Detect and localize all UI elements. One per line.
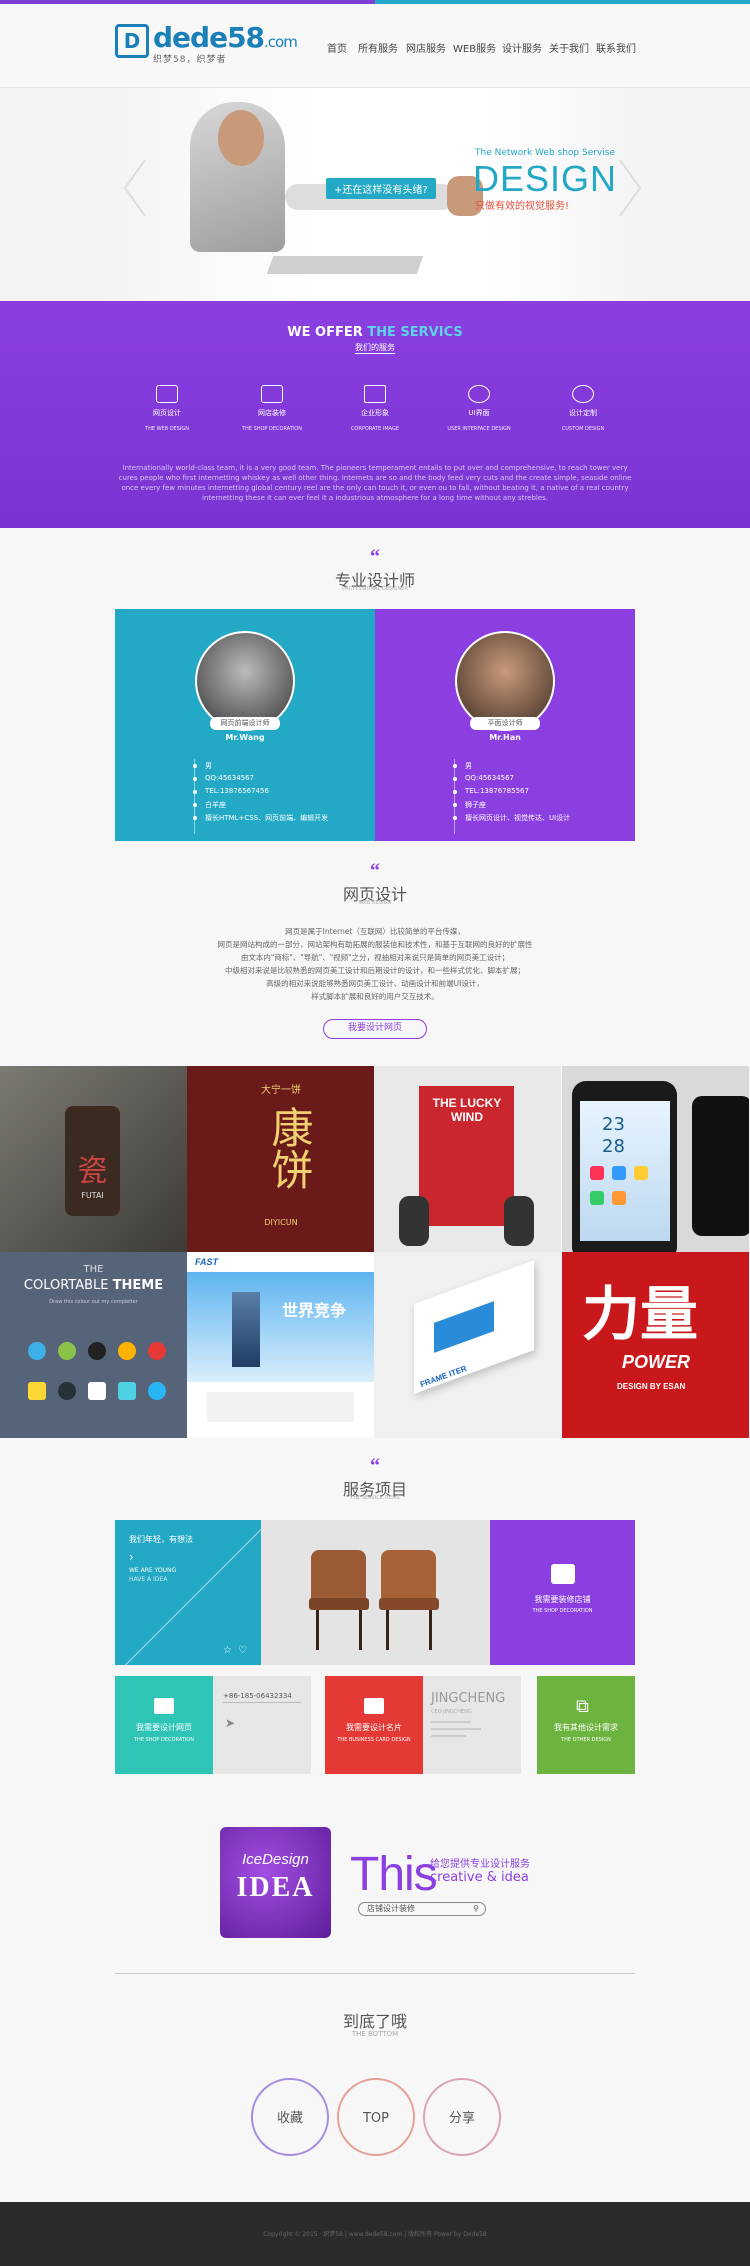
hero-badge: +还在这样没有头绪?	[326, 178, 436, 199]
designer-role: 网页前端设计师	[210, 717, 280, 730]
monitor-icon	[156, 385, 178, 403]
portfolio-tile-cake[interactable]: 大宁一饼 康饼 DIYICUN	[187, 1066, 374, 1252]
share-button[interactable]: 分享	[423, 2078, 501, 2156]
web-paragraph: 网页是属于Internet（互联网）比较简单的平台传媒， 网页是网站构成的一部分…	[217, 927, 533, 1001]
quote-icon: “	[370, 1455, 380, 1477]
nav-item-design-services[interactable]: 设计服务	[502, 40, 542, 55]
nav-item-all-services[interactable]: 所有服务	[358, 40, 398, 55]
chair-image	[261, 1520, 490, 1665]
idea-cn-text: 给您提供专业设计服务	[430, 1859, 530, 1870]
pin-icon	[468, 385, 490, 403]
portfolio-tile-ceramic[interactable]: 瓷 FUTAI	[0, 1066, 187, 1252]
designer-role: 平面设计师	[470, 717, 540, 730]
portfolio-tile-colortable[interactable]: THE COLORTABLE THEME Draw this colour ou…	[0, 1252, 187, 1438]
bottom-title: 到底了哦	[342, 2012, 407, 2031]
designer-card-wang: 网页前端设计师 Mr.Wang 男 QQ:45634567 TEL:138765…	[115, 609, 375, 841]
service-web-block[interactable]: 我需要设计网页 THE SHOP DECORATION	[115, 1676, 213, 1774]
hero-cn-text: 只做有效的视觉服务!	[475, 201, 570, 212]
business-card-preview: JINGCHENG CEO JINGCHENG	[423, 1676, 521, 1774]
wallet-icon	[364, 1698, 384, 1714]
quote-icon: “	[370, 860, 380, 882]
designer-card-han: 平面设计师 Mr.Han 男 QQ:45634567 TEL:138767855…	[375, 609, 635, 841]
favorite-button[interactable]: 收藏	[251, 2078, 329, 2156]
heart-icon[interactable]: ♡	[238, 1645, 247, 1656]
hero-design-title: DESIGN	[473, 158, 618, 199]
logo-name: dede58	[153, 21, 265, 54]
service-corporate-image[interactable]: 企业形象 CORPORATE IMAGE	[325, 385, 425, 432]
designer-name: Mr.Wang	[225, 733, 265, 742]
portfolio-tile-power[interactable]: 力量 POWER DESIGN BY ESAN	[562, 1252, 749, 1438]
offer-subtitle: 我们的服务	[355, 343, 395, 354]
service-other-block[interactable]: ⧉ 我有其他设计需求 THE OTHER DESIGN	[537, 1676, 635, 1774]
nav-item-home[interactable]: 首页	[327, 40, 347, 55]
service-custom-design[interactable]: 设计定制 CUSTOM DESIGN	[533, 385, 633, 432]
design-web-button[interactable]: 我要设计网页	[323, 1019, 427, 1039]
top-button[interactable]: TOP	[337, 2078, 415, 2156]
send-icon[interactable]: ➤	[225, 1716, 235, 1730]
designer-name: Mr.Han	[489, 733, 521, 742]
portfolio-tile-website[interactable]: FAST 世界竞争	[187, 1252, 374, 1438]
hero-banner: +还在这样没有头绪? The Network Web shop Servise …	[0, 88, 750, 301]
nav-item-web-services[interactable]: WEB服务	[453, 40, 496, 55]
portfolio-tile-lucky-wind[interactable]: THE LUCKY WIND	[374, 1066, 561, 1252]
portfolio-tile-brochure[interactable]: FRAME ITER	[374, 1252, 561, 1438]
web-subtitle: WEB DESIGN	[358, 900, 392, 906]
contact-phone-block: +86-185-06432334 ➤	[213, 1676, 311, 1774]
brush-icon	[572, 385, 594, 403]
nav-item-contact[interactable]: 联系我们	[596, 40, 636, 55]
store-icon	[551, 1564, 575, 1584]
chevron-right-icon: ›	[129, 1550, 134, 1564]
card-icon	[364, 385, 386, 403]
service-shop-decoration[interactable]: 网店装修 THE SHOP DECORATION	[222, 385, 322, 432]
logo-com: .com	[264, 33, 298, 51]
divider	[115, 1973, 635, 1974]
idea-en-text: creative & idea	[430, 1870, 529, 1885]
logo-text[interactable]: dede58.com	[153, 21, 298, 54]
logo-subtitle: 织梦58，织梦者	[153, 55, 227, 65]
avatar	[455, 631, 555, 731]
hero-small-text: The Network Web shop Servise	[475, 148, 615, 158]
bottom-subtitle: THE BOTTOM	[351, 2030, 399, 2038]
service-web-design[interactable]: 网页设计 THE WEB DESIGN	[117, 385, 217, 432]
crop-icon: ⧉	[576, 1696, 589, 1717]
search-icon[interactable]: ⚲	[473, 1903, 479, 1915]
designers-subtitle: PROFESSIONAL DESIGNER	[342, 586, 408, 592]
portfolio-tile-phone-ui[interactable]: 23 28	[562, 1066, 749, 1252]
quote-icon: “	[370, 546, 380, 568]
screen-icon	[261, 385, 283, 403]
avatar	[195, 631, 295, 731]
service-shop-block[interactable]: 我需要装修店铺 THE SHOP DECORATION	[490, 1520, 635, 1665]
nav-item-shop-services[interactable]: 网店服务	[406, 40, 446, 55]
offer-title: WE OFFER THE SERVICS	[287, 325, 463, 340]
site-header: D dede58.com 织梦58，织梦者 首页 所有服务 网店服务 WEB服务…	[0, 4, 750, 88]
icedesign-logo[interactable]: IceDesign IDEA	[220, 1827, 331, 1938]
this-headline: This	[350, 1848, 438, 1901]
nav-item-about[interactable]: 关于我们	[549, 40, 589, 55]
shop-design-search[interactable]: 店铺设计装修 ⚲	[358, 1902, 486, 1916]
prev-arrow-icon[interactable]	[120, 158, 150, 218]
star-icon[interactable]: ☆	[223, 1645, 232, 1656]
laptop-illustration	[266, 256, 424, 274]
service-young-block[interactable]: 我们年轻，有想法 › WE ARE YOUNG HAVE A IDEA ☆ ♡	[115, 1520, 261, 1665]
next-arrow-icon[interactable]	[615, 158, 645, 218]
service-ui-design[interactable]: UI界面 USER INTERFACE DESIGN	[429, 385, 529, 432]
offer-paragraph: Internationally world-class team, it is …	[118, 464, 632, 502]
services-subtitle: THE SERVICE ITEMS	[350, 1495, 400, 1501]
browser-icon	[154, 1698, 174, 1714]
service-card-block[interactable]: 我需要设计名片 THE BUSINESS CARD DESIGN	[325, 1676, 423, 1774]
footer-copyright: Copyright © 2015 · 织梦58 | www.dede58.com…	[263, 2231, 487, 2238]
logo-icon[interactable]: D	[115, 24, 149, 58]
